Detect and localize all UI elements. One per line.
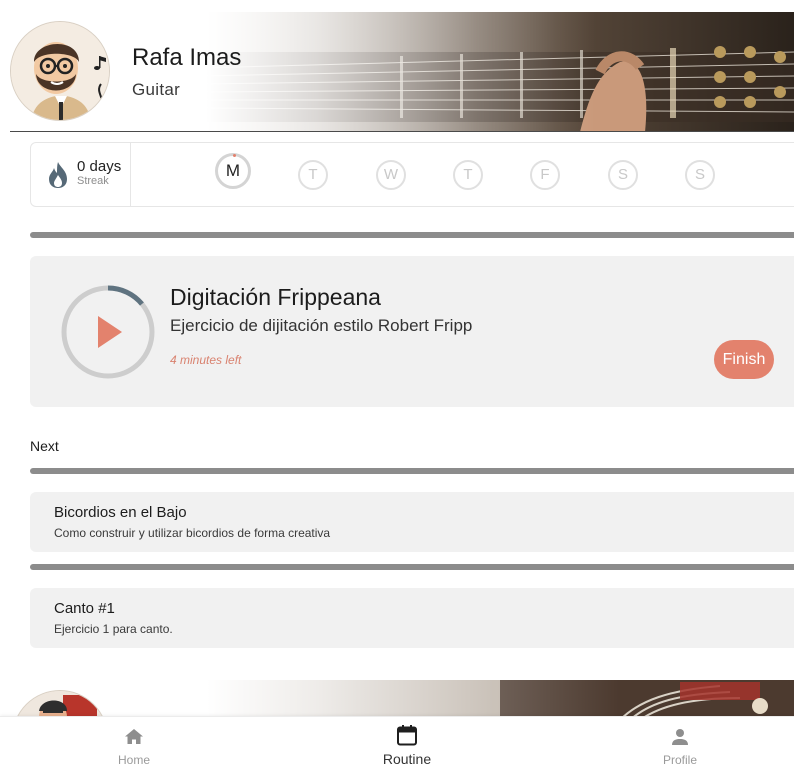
day-friday[interactable]: F <box>530 160 560 190</box>
list-item[interactable]: Canto #1 Ejercicio 1 para canto. <box>30 588 794 648</box>
streak-label: Streak <box>77 175 109 187</box>
calendar-icon <box>397 725 417 746</box>
day-monday[interactable]: M <box>215 153 251 189</box>
user-name: Rafa Imas <box>132 44 242 71</box>
bottom-navigation: Home Routine Profile <box>0 716 794 771</box>
time-left: 4 minutes left <box>170 353 242 367</box>
next-item-title: Bicordios en el Bajo <box>54 504 187 521</box>
exercise-title: Digitación Frippeana <box>170 284 381 310</box>
nav-home[interactable]: Home <box>74 717 194 771</box>
current-exercise-card[interactable]: Digitación Frippeana Ejercicio de dijita… <box>30 256 794 407</box>
avatar-illustration <box>11 22 109 120</box>
finish-button[interactable]: Finish <box>714 340 774 379</box>
day-thursday[interactable]: T <box>453 160 483 190</box>
next-divider-bar <box>30 468 794 474</box>
nav-home-label: Home <box>117 753 150 767</box>
week-streak-card: 0 days Streak M T W T F S S <box>30 142 794 207</box>
today-indicator <box>233 154 236 157</box>
user-instrument: Guitar <box>132 80 181 99</box>
next-item-description: Como construir y utilizar bicordios de f… <box>54 526 331 540</box>
secondary-profile-header <box>0 680 794 720</box>
next-item-description: Ejercicio 1 para canto. <box>54 622 173 636</box>
day-wednesday[interactable]: W <box>376 160 406 190</box>
exercise-description: Ejercicio de dijitación estilo Robert Fr… <box>170 316 473 335</box>
streak-counter: 0 days Streak <box>31 143 131 206</box>
play-icon[interactable] <box>98 316 122 348</box>
day-saturday[interactable]: S <box>608 160 638 190</box>
avatar[interactable] <box>10 21 110 121</box>
day-sunday[interactable]: S <box>685 160 715 190</box>
exercise-timer[interactable] <box>58 282 158 382</box>
nav-profile[interactable]: Profile <box>620 717 740 771</box>
header-divider <box>10 131 794 132</box>
profile-header: Rafa Imas Guitar <box>0 12 794 132</box>
nav-routine[interactable]: Routine <box>347 717 467 771</box>
routine-progress-bar <box>30 232 794 238</box>
next-divider-bar <box>30 564 794 570</box>
streak-days: 0 days <box>77 158 122 175</box>
nav-routine-label: Routine <box>382 751 432 767</box>
next-section-label: Next <box>30 438 59 454</box>
nav-profile-label: Profile <box>662 753 697 767</box>
person-icon <box>672 729 688 745</box>
next-item-title: Canto #1 <box>54 600 115 617</box>
flame-icon <box>49 162 67 188</box>
home-icon <box>125 729 143 744</box>
list-item[interactable]: Bicordios en el Bajo Como construir y ut… <box>30 492 794 552</box>
day-tuesday[interactable]: T <box>298 160 328 190</box>
